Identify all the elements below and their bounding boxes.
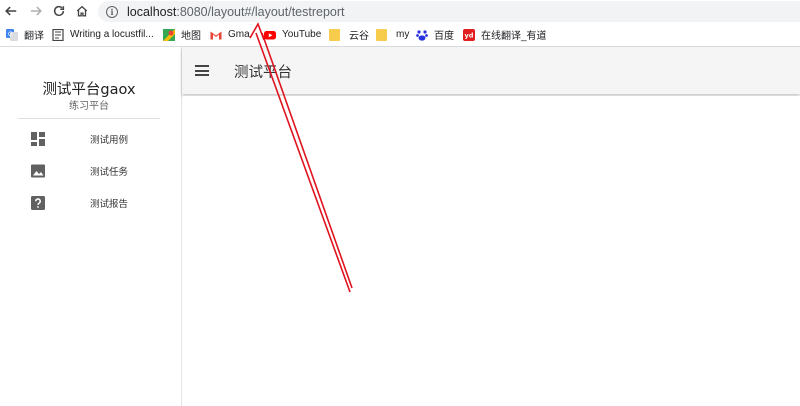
menu-toggle-icon[interactable] [195,65,209,76]
url-host: localhost [127,4,177,19]
bookmark-label: 翻译 [24,31,44,42]
page-title: 测试平台 [234,65,292,81]
sidebar-item-label: 测试任务 [90,167,129,178]
document-icon [52,28,64,41]
bookmark-label: YouTube [282,29,322,40]
bookmark-label: Gma [228,29,250,40]
sidebar-divider [18,118,160,119]
back-arrow-icon[interactable] [2,2,20,20]
main-content [183,96,800,406]
sidebar-item-test-reports[interactable]: 测试报告 [18,189,168,217]
gmail-icon [210,31,222,39]
bookmark-label: 地图 [181,31,201,42]
svg-text:yd: yd [465,31,474,39]
folder-icon [376,28,387,41]
reload-icon[interactable] [50,2,68,20]
sidebar-item-test-tasks[interactable]: 测试任务 [18,157,168,185]
youtube-icon [264,30,276,39]
bookmark-label: 在线翻译_有道 [481,31,547,42]
bookmark-label: my [396,29,410,40]
baidu-icon [416,29,428,41]
app-header: 测试平台 [182,47,800,94]
forward-arrow-icon[interactable] [27,2,45,20]
image-icon [31,164,45,178]
google-translate-icon: G [6,28,18,41]
sidebar: 测试平台gaox 练习平台 测试用例 测试任务 测试报告 [0,47,182,406]
bookmark-label: 百度 [434,31,454,42]
bookmark-translate[interactable]: G 翻译 [6,25,44,44]
bookmark-folder-my[interactable]: my [376,25,409,44]
brand-subtitle: 练习平台 [69,101,109,112]
bookmark-youtube[interactable]: YouTube [264,25,321,44]
browser-toolbar: i localhost:8080/layout#/layout/testrepo… [0,0,800,24]
bookmark-locustfile[interactable]: Writing a locustfil... [52,25,154,44]
folder-icon [329,28,340,41]
bookmark-label: 云谷 [349,31,369,42]
google-maps-icon [163,28,175,41]
bookmark-youdao[interactable]: yd 在线翻译_有道 [463,25,547,44]
url-path: :8080/layout#/layout/testreport [176,4,345,19]
sidebar-item-label: 测试用例 [90,135,129,146]
address-bar[interactable]: i localhost:8080/layout#/layout/testrepo… [98,1,800,22]
bookmark-folder-yungu[interactable]: 云谷 [329,25,369,44]
bookmark-baidu[interactable]: 百度 [416,25,454,44]
url-text: localhost:8080/layout#/layout/testreport [127,5,345,19]
bookmark-maps[interactable]: 地图 [163,25,201,44]
help-icon [31,196,45,210]
bookmark-label: Writing a locustfil... [70,29,154,40]
dashboard-icon [31,132,45,146]
sidebar-item-test-cases[interactable]: 测试用例 [18,125,168,153]
site-info-icon[interactable]: i [106,5,118,18]
home-icon[interactable] [73,2,91,20]
bookmark-gmail[interactable]: Gma [210,25,250,44]
bookmarks-bar: G 翻译 Writing a locustfil... 地图 Gma YouTu… [0,25,800,44]
sidebar-item-label: 测试报告 [90,199,129,210]
brand-title: 测试平台gaox [42,82,136,98]
youdao-icon: yd [463,28,475,41]
svg-text:G: G [8,31,13,38]
